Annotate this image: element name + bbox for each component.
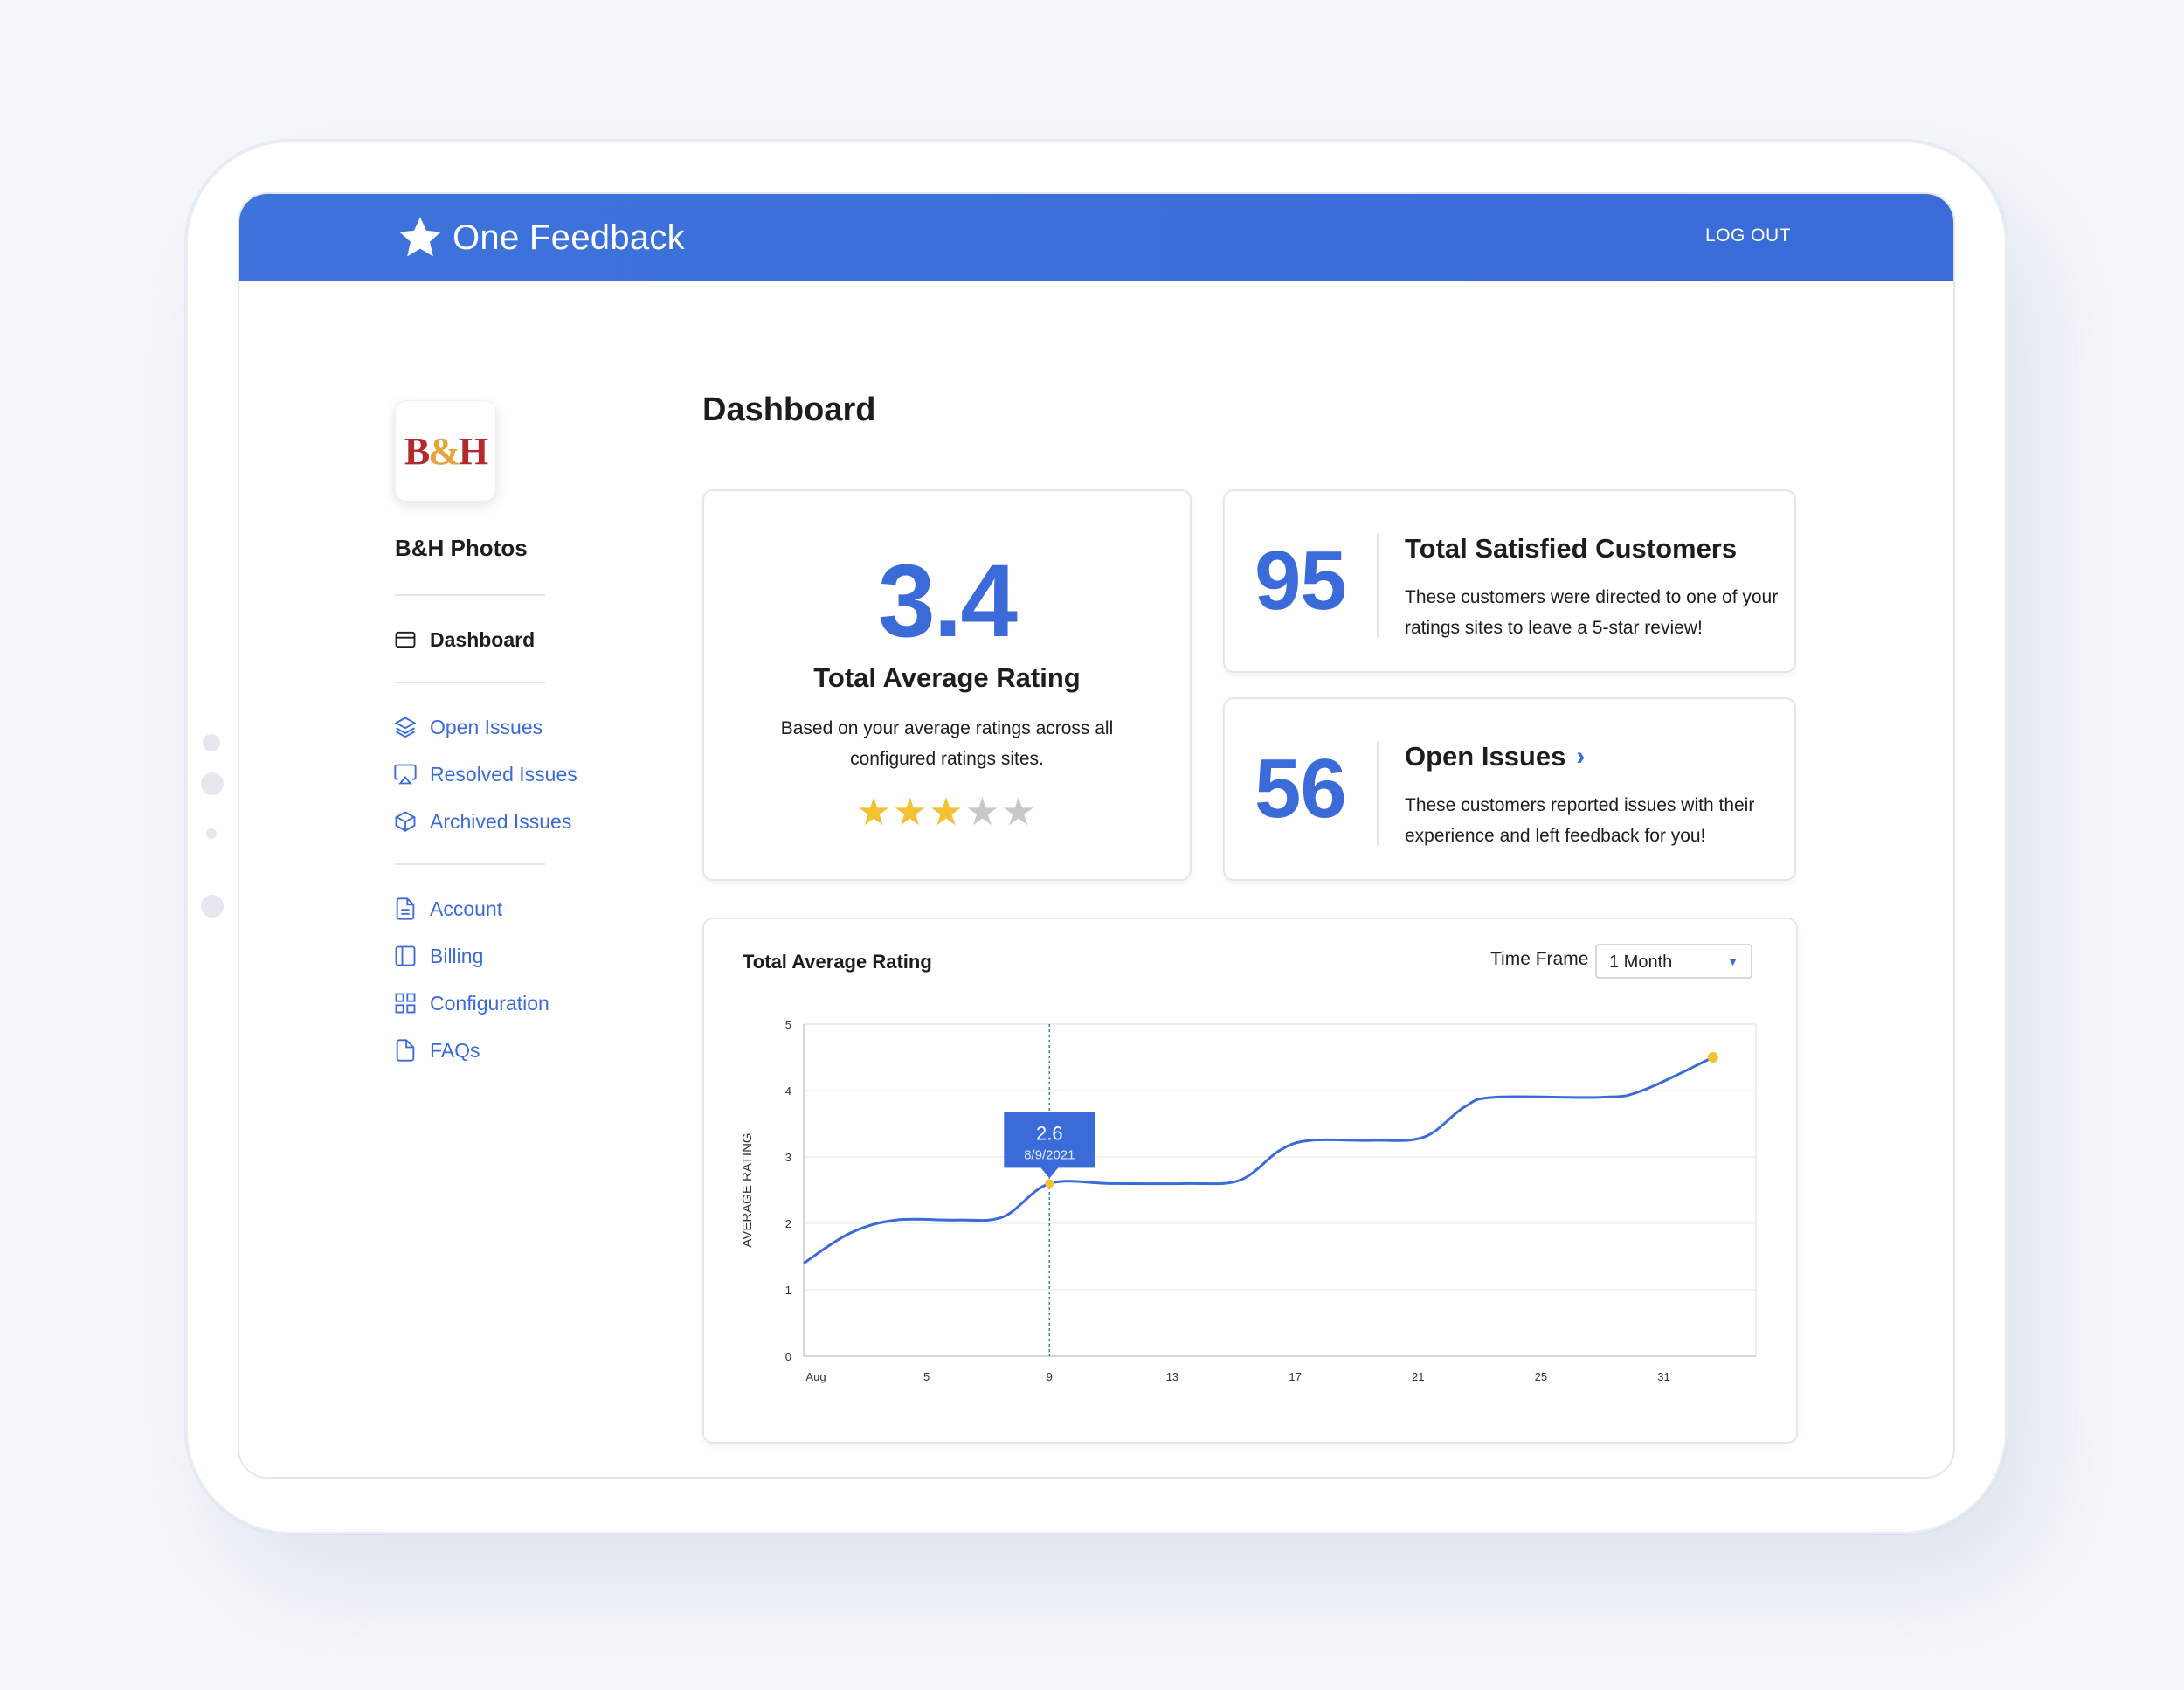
sidebar-item-faqs[interactable]: FAQs — [393, 1038, 480, 1063]
y-tick-label: 4 — [785, 1084, 791, 1098]
sidebar-item-account[interactable]: Account — [393, 897, 502, 921]
document-icon — [396, 897, 415, 920]
satisfied-customers-card: 95 Total Satisfied Customers These custo… — [1223, 489, 1796, 673]
sidebar-item-label: Open Issues — [430, 715, 543, 738]
sidebar-item-label: Configuration — [430, 991, 549, 1015]
tooltip-value: 2.6 — [1036, 1122, 1063, 1144]
box-icon — [395, 811, 416, 832]
sidebar-item-label: Billing — [430, 944, 484, 967]
sidebar-item-label: FAQs — [430, 1038, 480, 1062]
sidebar-panel-icon — [395, 945, 416, 966]
star-logo-icon — [399, 217, 441, 257]
x-tick-label: 9 — [1047, 1370, 1053, 1383]
sidebar-item-label: Account — [430, 897, 503, 920]
x-tick-label: 31 — [1657, 1370, 1669, 1383]
credit-card-icon — [395, 631, 416, 648]
star-icon: ★ — [856, 791, 893, 834]
star-icon: ★ — [964, 791, 1002, 834]
brand-name: One Feedback — [453, 218, 685, 257]
tablet-side-button — [203, 734, 220, 751]
company-name: B&H Photos — [395, 535, 528, 561]
sidebar-item-open-issues[interactable]: Open Issues — [393, 715, 543, 739]
y-tick-label: 5 — [785, 1018, 791, 1031]
plot-frame — [803, 1023, 1757, 1357]
avg-rating-value: 3.4 — [877, 544, 1018, 659]
rating-chart-card: Total Average Rating Time Frame 1 Month … — [702, 918, 1798, 1444]
sidebar-item-dashboard[interactable]: Dashboard — [393, 627, 535, 652]
tablet-side-button — [201, 772, 224, 795]
sidebar-item-archived-issues[interactable]: Archived Issues — [393, 809, 571, 834]
top-bar: One Feedback LOG OUT — [239, 194, 1953, 281]
y-tick-label: 1 — [785, 1284, 791, 1297]
app-screen: One Feedback LOG OUT B&H B&H Photos Dash… — [238, 192, 1955, 1479]
open-issues-card[interactable]: 56 Open Issues › These customers reporte… — [1223, 697, 1796, 881]
chevron-right-icon[interactable]: › — [1576, 742, 1585, 772]
logout-button[interactable]: LOG OUT — [1705, 225, 1791, 246]
y-tick-label: 2 — [785, 1217, 791, 1230]
avg-rating-description: Based on your average ratings across all… — [780, 718, 1114, 769]
open-issues-title[interactable]: Open Issues › — [1405, 741, 1585, 772]
series-end-point — [1707, 1052, 1718, 1063]
grid-icon — [395, 993, 416, 1014]
x-tick-label: 17 — [1289, 1370, 1301, 1383]
y-tick-label: 3 — [785, 1151, 791, 1164]
sidebar-item-resolved-issues[interactable]: Resolved Issues — [393, 762, 577, 786]
sidebar-item-billing[interactable]: Billing — [393, 944, 483, 968]
sidebar-divider — [395, 594, 545, 596]
satisfied-title-text: Total Satisfied Customers — [1405, 533, 1738, 564]
star-icon: ★ — [892, 791, 930, 834]
card-divider — [1377, 533, 1379, 638]
satisfied-count: 95 — [1254, 534, 1347, 627]
sidebar-item-label: Archived Issues — [430, 809, 572, 833]
x-tick-label: 13 — [1166, 1370, 1178, 1383]
airplay-icon — [394, 764, 417, 785]
x-tick-label: 21 — [1412, 1370, 1424, 1383]
brand[interactable]: One Feedback — [397, 213, 685, 262]
tooltip-point — [1045, 1179, 1054, 1188]
satisfied-title: Total Satisfied Customers — [1405, 533, 1737, 564]
star-icon: ★ — [929, 791, 965, 834]
avg-rating-title: Total Average Rating — [813, 662, 1081, 693]
tablet-side-button — [201, 895, 224, 918]
open-issues-title-text: Open Issues — [1405, 741, 1566, 772]
sidebar-item-configuration[interactable]: Configuration — [393, 991, 549, 1015]
star-icon: ★ — [1001, 791, 1038, 834]
tooltip-date: 8/9/2021 — [1024, 1147, 1075, 1162]
satisfied-description: These customers were directed to one of … — [1405, 587, 1779, 638]
card-divider — [1377, 741, 1379, 846]
y-axis-label: AVERAGE RATING — [740, 1132, 755, 1247]
page-title: Dashboard — [702, 391, 876, 428]
sidebar-divider — [395, 682, 545, 683]
x-tick-label: Aug — [805, 1370, 826, 1383]
x-tick-label: 5 — [923, 1370, 930, 1383]
star-rating: ★★★★★ — [704, 790, 1190, 835]
layers-icon — [394, 717, 417, 738]
open-issues-description: These customers reported issues with the… — [1405, 795, 1755, 846]
sidebar-divider — [395, 863, 545, 865]
sidebar-item-label: Resolved Issues — [430, 762, 577, 786]
avg-rating-card: 3.4 Total Average Rating Based on your a… — [702, 489, 1192, 881]
sidebar-item-label: Dashboard — [430, 627, 536, 651]
x-tick-label: 25 — [1535, 1370, 1547, 1383]
tablet-side-button — [206, 828, 217, 839]
company-logo: B&H — [395, 400, 496, 502]
y-tick-label: 0 — [785, 1350, 791, 1363]
file-icon — [396, 1039, 415, 1062]
open-issues-count: 56 — [1254, 742, 1347, 835]
rating-line-chart: 0 1 2 3 4 5 Aug 5 9 13 17 21 25 31 AVERAGE RATING 2.6 8/… — [740, 1018, 1757, 1383]
series-line — [803, 1056, 1714, 1264]
